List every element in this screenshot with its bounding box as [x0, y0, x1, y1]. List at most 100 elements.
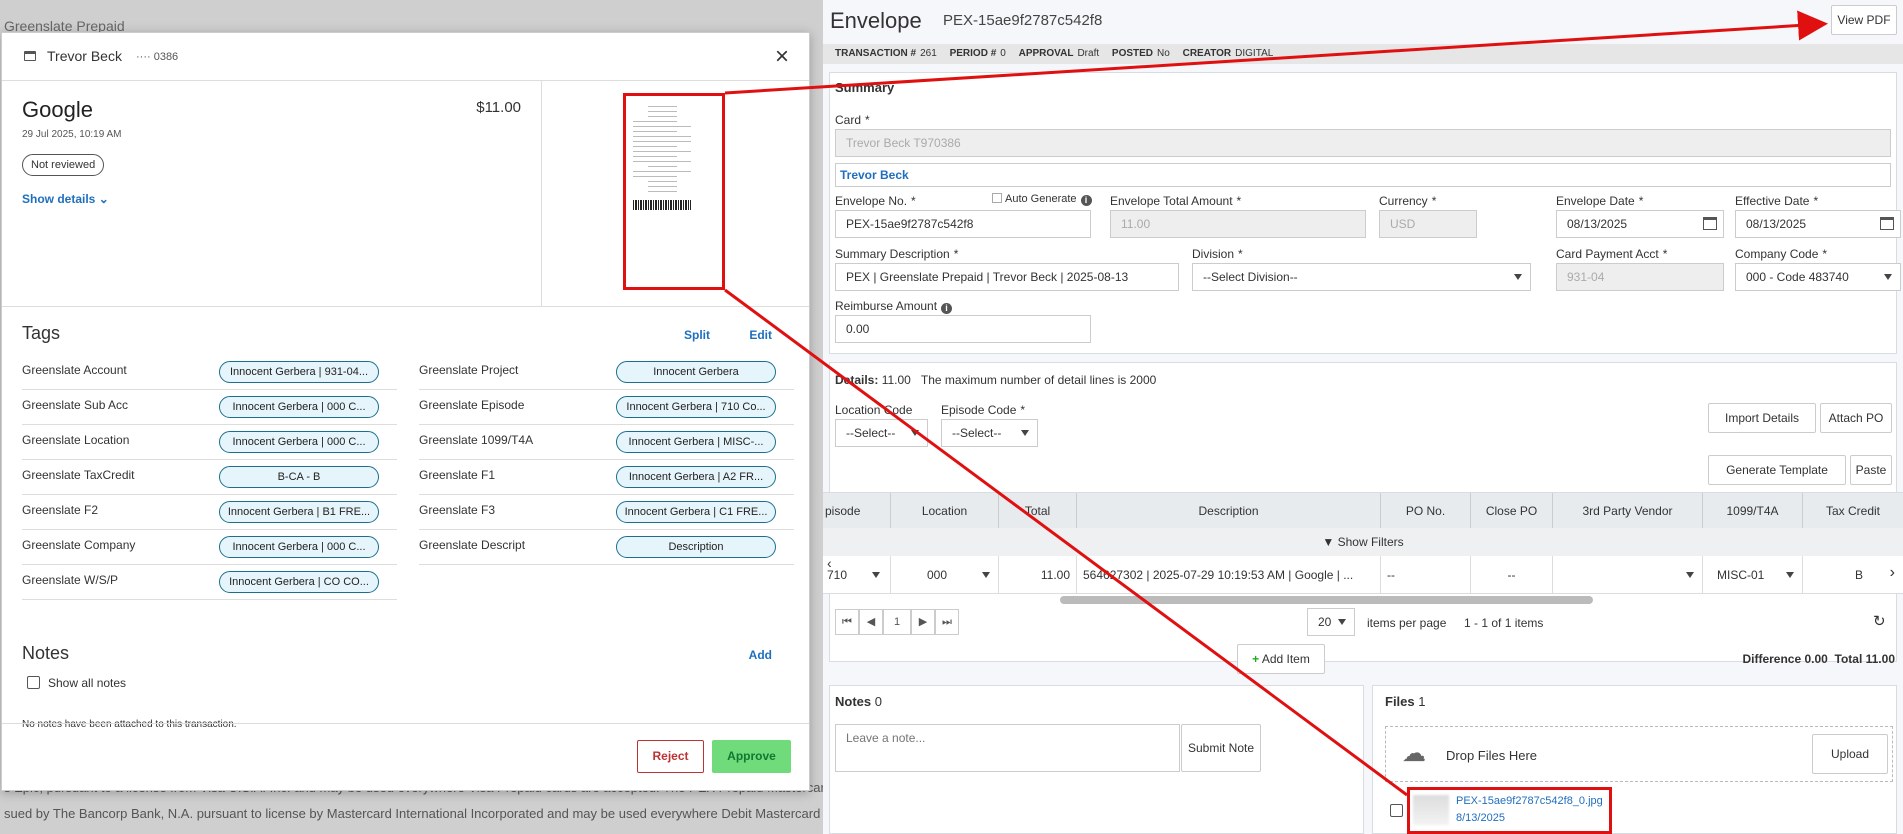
- tag-value-pill[interactable]: B-CA - B: [219, 466, 379, 488]
- tag-label: Greenslate Location: [22, 433, 130, 447]
- col-total[interactable]: Total: [999, 493, 1077, 529]
- col-1099[interactable]: 1099/T4A: [1703, 493, 1803, 529]
- tag-value-pill[interactable]: Innocent Gerbera | 710 Co...: [616, 396, 776, 418]
- reimburse-amount-input[interactable]: 0.00: [835, 315, 1091, 343]
- show-details-label: Show details: [22, 192, 96, 206]
- tag-value-pill[interactable]: Innocent Gerbera: [616, 361, 776, 383]
- tag-value-pill[interactable]: Innocent Gerbera | 000 C...: [219, 431, 379, 453]
- difference-value: Difference 0.00: [1742, 652, 1828, 666]
- col-location[interactable]: Location: [891, 493, 999, 529]
- refresh-icon[interactable]: ↻: [1873, 612, 1886, 630]
- tag-value-pill[interactable]: Innocent Gerbera | 000 C...: [219, 396, 379, 418]
- tag-row: Greenslate Descript Description: [419, 530, 794, 565]
- close-icon[interactable]: ×: [775, 43, 789, 71]
- generate-template-button[interactable]: Generate Template: [1708, 455, 1846, 485]
- last-page-icon[interactable]: ⏭: [935, 609, 959, 635]
- cardholder-link[interactable]: Trevor Beck: [835, 163, 1891, 187]
- calendar-icon[interactable]: [1880, 217, 1894, 230]
- attach-po-button[interactable]: Attach PO: [1820, 403, 1892, 433]
- envelope-no-input[interactable]: PEX-15ae9f2787c542f8: [835, 210, 1091, 238]
- tag-value-pill[interactable]: Innocent Gerbera | CO CO...: [219, 571, 379, 593]
- first-page-icon[interactable]: ⏮: [835, 609, 859, 635]
- details-title: Details:: [835, 373, 879, 387]
- col-description[interactable]: Description: [1077, 493, 1381, 529]
- tag-value-pill[interactable]: Innocent Gerbera | C1 FRE...: [616, 501, 776, 523]
- episode-code-select[interactable]: --Select--: [941, 419, 1038, 447]
- tag-value-pill[interactable]: Innocent Gerbera | 000 C...: [219, 536, 379, 558]
- info-icon: i: [1080, 195, 1092, 206]
- location-code-select[interactable]: --Select--: [835, 419, 928, 447]
- tag-value-pill[interactable]: Innocent Gerbera | MISC-...: [616, 431, 776, 453]
- approve-button[interactable]: Approve: [712, 740, 791, 773]
- reject-button[interactable]: Reject: [637, 740, 704, 773]
- tag-value-pill[interactable]: Innocent Gerbera | 931-04...: [219, 361, 379, 383]
- meta-transaction-label: TRANSACTION #: [835, 48, 917, 59]
- auto-generate-toggle[interactable]: Auto Generate i: [992, 193, 1092, 206]
- page-size-select[interactable]: 20: [1307, 608, 1355, 636]
- paste-button[interactable]: Paste: [1850, 455, 1892, 485]
- filter-icon: ▼: [1322, 535, 1335, 549]
- summary-description-input[interactable]: PEX | Greenslate Prepaid | Trevor Beck |…: [835, 263, 1179, 291]
- col-close-po[interactable]: Close PO: [1471, 493, 1553, 529]
- calendar-icon[interactable]: [1703, 217, 1717, 230]
- show-details-link[interactable]: Show details ⌄: [22, 192, 109, 206]
- details-header: Details: 11.00 The maximum number of det…: [835, 373, 1156, 387]
- upload-button[interactable]: Upload: [1812, 734, 1888, 774]
- col-episode[interactable]: pisode: [823, 493, 891, 529]
- company-code-select[interactable]: 000 - Code 483740: [1735, 263, 1901, 291]
- show-all-notes-toggle[interactable]: Show all notes: [27, 676, 126, 690]
- scroll-right-icon[interactable]: ›: [1890, 556, 1895, 592]
- envelope-date-input[interactable]: 08/13/2025: [1556, 210, 1724, 238]
- note-textarea[interactable]: [835, 724, 1180, 772]
- cell-location[interactable]: 000: [891, 556, 999, 594]
- auto-generate-checkbox[interactable]: [992, 193, 1002, 203]
- horizontal-scrollbar[interactable]: [1060, 596, 1593, 604]
- file-checkbox[interactable]: [1390, 804, 1403, 817]
- transaction-info: Google $11.00 29 Jul 2025, 10:19 AM Not …: [2, 81, 542, 307]
- tag-value-pill[interactable]: Description: [616, 536, 776, 558]
- show-all-notes-checkbox[interactable]: [27, 676, 40, 689]
- effective-date-input[interactable]: 08/13/2025: [1735, 210, 1901, 238]
- table-row[interactable]: 710 ‹ 000 11.00 564627302 | 2025-07-29 10…: [823, 556, 1903, 594]
- import-details-button[interactable]: Import Details: [1708, 403, 1816, 433]
- cell-close-po[interactable]: --: [1471, 556, 1553, 594]
- drop-files-label: Drop Files Here: [1446, 748, 1538, 763]
- division-select[interactable]: --Select Division--: [1192, 263, 1531, 291]
- cell-vendor[interactable]: [1553, 556, 1703, 594]
- cell-tax-credit[interactable]: B ›: [1803, 556, 1903, 594]
- col-tax-credit[interactable]: Tax Credit: [1803, 493, 1903, 529]
- current-page[interactable]: 1: [883, 609, 911, 635]
- credit-card-icon: [24, 51, 36, 61]
- reimburse-amount-label: Reimburse Amount i: [835, 299, 953, 314]
- add-item-button[interactable]: + Add Item: [1237, 644, 1325, 674]
- split-button[interactable]: Split: [684, 328, 710, 342]
- chevron-down-icon: [872, 572, 880, 578]
- items-count: 1 - 1 of 1 items: [1464, 616, 1544, 630]
- edit-tags-button[interactable]: Edit: [749, 328, 772, 342]
- submit-note-button[interactable]: Submit Note: [1181, 724, 1261, 772]
- cell-1099[interactable]: MISC-01: [1703, 556, 1803, 594]
- prev-page-icon[interactable]: ◀: [859, 609, 883, 635]
- col-vendor[interactable]: 3rd Party Vendor: [1553, 493, 1703, 529]
- next-page-icon[interactable]: ▶: [911, 609, 935, 635]
- view-pdf-button[interactable]: View PDF: [1831, 5, 1897, 35]
- add-note-button[interactable]: Add: [749, 648, 772, 662]
- total-amount-field: 11.00: [1110, 210, 1366, 238]
- card-label: Card *: [835, 113, 870, 127]
- effective-date-label: Effective Date *: [1735, 194, 1819, 208]
- drop-zone[interactable]: ☁ Drop Files Here Upload: [1385, 726, 1893, 782]
- cell-total[interactable]: 11.00: [999, 556, 1077, 594]
- scroll-left-icon[interactable]: ‹: [827, 556, 832, 582]
- show-filters-toggle[interactable]: ▼ Show Filters: [823, 528, 1903, 556]
- tag-value-pill[interactable]: Innocent Gerbera | A2 FR...: [616, 466, 776, 488]
- items-per-page-label: items per page: [1367, 616, 1447, 630]
- cell-description[interactable]: 564627302 | 2025-07-29 10:19:53 AM | Goo…: [1077, 556, 1381, 594]
- tag-value-pill[interactable]: Innocent Gerbera | B1 FRE...: [219, 501, 379, 523]
- col-po-no[interactable]: PO No.: [1381, 493, 1471, 529]
- files-title: Files 1: [1385, 694, 1426, 709]
- show-filters-label: Show Filters: [1337, 535, 1404, 549]
- cell-po-no[interactable]: --: [1381, 556, 1471, 594]
- tags-left-column: Greenslate Account Innocent Gerbera | 931…: [22, 355, 397, 600]
- cell-episode[interactable]: 710 ‹: [823, 556, 891, 594]
- tag-row: Greenslate F3 Innocent Gerbera | C1 FRE..…: [419, 495, 794, 530]
